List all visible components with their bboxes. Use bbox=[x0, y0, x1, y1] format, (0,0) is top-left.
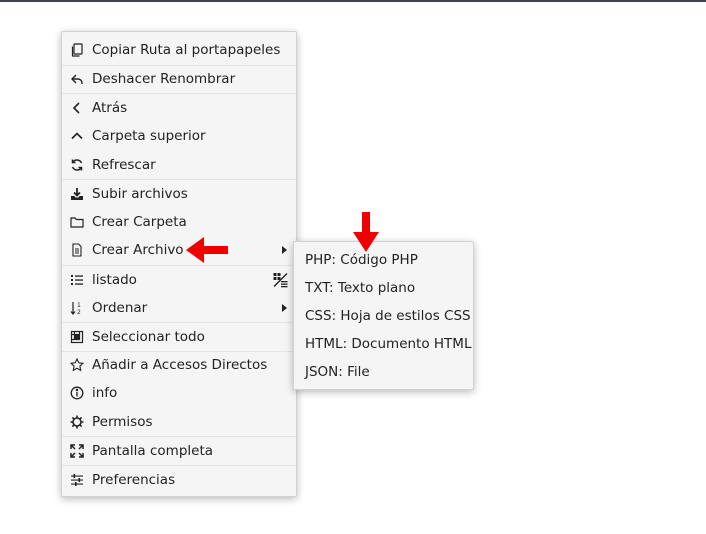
menu-item-label: Deshacer Renombrar bbox=[92, 71, 236, 88]
menu-item-list-view[interactable]: listado bbox=[62, 264, 296, 294]
menu-item-create-file[interactable]: Crear Archivo bbox=[62, 236, 296, 265]
menu-item-label: Ordenar bbox=[92, 299, 148, 316]
menu-item-preferences[interactable]: Preferencias bbox=[62, 464, 296, 494]
menu-item-back[interactable]: Atrás bbox=[62, 93, 296, 122]
refresh-icon bbox=[70, 158, 84, 172]
menu-item-label: Refrescar bbox=[92, 156, 156, 173]
menu-item-label: listado bbox=[92, 271, 137, 288]
submenu-item-label: TXT: Texto plano bbox=[305, 280, 416, 296]
select-all-icon bbox=[70, 330, 84, 344]
menu-item-label: Atrás bbox=[92, 99, 128, 116]
info-icon bbox=[70, 386, 84, 400]
chevron-up-icon bbox=[70, 129, 84, 143]
menu-item-create-folder[interactable]: Crear Carpeta bbox=[62, 208, 296, 237]
submenu-item-php[interactable]: PHP: Código PHP bbox=[294, 246, 473, 274]
menu-item-parent-folder[interactable]: Carpeta superior bbox=[62, 122, 296, 151]
context-menu: Copiar Ruta al portapapeles Deshacer Ren… bbox=[61, 31, 297, 497]
submenu-item-label: HTML: Documento HTML bbox=[305, 336, 472, 352]
file-icon bbox=[70, 243, 84, 258]
upload-icon bbox=[70, 187, 84, 201]
top-bar bbox=[0, 0, 706, 2]
submenu-item-txt[interactable]: TXT: Texto plano bbox=[294, 274, 473, 302]
undo-icon bbox=[70, 72, 84, 86]
chevron-left-icon bbox=[70, 101, 84, 115]
menu-item-label: Subir archivos bbox=[92, 185, 188, 202]
sort-icon: 12 bbox=[70, 301, 84, 315]
red-arrow-left-icon bbox=[186, 237, 228, 263]
list-icon bbox=[70, 273, 84, 287]
menu-item-refresh[interactable]: Refrescar bbox=[62, 150, 296, 179]
menu-item-undo-rename[interactable]: Deshacer Renombrar bbox=[62, 64, 296, 94]
red-arrow-down-icon bbox=[353, 212, 379, 252]
sliders-icon bbox=[70, 473, 84, 487]
menu-item-add-shortcut[interactable]: Añadir a Accesos Directos bbox=[62, 350, 296, 380]
menu-item-label: Copiar Ruta al portapapeles bbox=[92, 42, 281, 59]
gear-icon bbox=[70, 415, 84, 429]
submenu-item-label: PHP: Código PHP bbox=[305, 252, 418, 268]
create-file-submenu: PHP: Código PHP TXT: Texto plano CSS: Ho… bbox=[293, 241, 474, 390]
menu-item-label: Preferencias bbox=[92, 471, 176, 488]
star-icon bbox=[70, 358, 84, 372]
menu-item-sort[interactable]: 12 Ordenar bbox=[62, 293, 296, 322]
submenu-item-json[interactable]: JSON: File bbox=[294, 358, 473, 386]
menu-item-label: Añadir a Accesos Directos bbox=[92, 357, 268, 374]
menu-item-upload[interactable]: Subir archivos bbox=[62, 178, 296, 208]
fullscreen-icon bbox=[70, 444, 84, 458]
menu-item-label: Seleccionar todo bbox=[92, 328, 205, 345]
menu-item-label: info bbox=[92, 385, 118, 402]
copy-icon bbox=[70, 43, 84, 57]
svg-text:2: 2 bbox=[77, 309, 81, 315]
folder-icon bbox=[70, 215, 84, 229]
menu-item-label: Permisos bbox=[92, 414, 153, 431]
menu-item-label: Pantalla completa bbox=[92, 443, 214, 460]
submenu-item-label: CSS: Hoja de estilos CSS bbox=[305, 308, 471, 324]
submenu-item-html[interactable]: HTML: Documento HTML bbox=[294, 330, 473, 358]
view-toggle-icon[interactable] bbox=[273, 272, 288, 287]
menu-item-fullscreen[interactable]: Pantalla completa bbox=[62, 436, 296, 465]
menu-item-label: Crear Carpeta bbox=[92, 213, 187, 230]
menu-item-label: Crear Archivo bbox=[92, 242, 184, 259]
submenu-caret-icon bbox=[282, 246, 287, 255]
menu-item-label: Carpeta superior bbox=[92, 128, 206, 145]
menu-item-info[interactable]: info bbox=[62, 379, 296, 408]
menu-item-permissions[interactable]: Permisos bbox=[62, 408, 296, 437]
menu-item-copy-path[interactable]: Copiar Ruta al portapapeles bbox=[62, 36, 296, 65]
submenu-item-css[interactable]: CSS: Hoja de estilos CSS bbox=[294, 302, 473, 330]
submenu-caret-icon bbox=[282, 303, 287, 312]
menu-item-select-all[interactable]: Seleccionar todo bbox=[62, 321, 296, 351]
svg-text:1: 1 bbox=[77, 302, 81, 309]
submenu-item-label: JSON: File bbox=[305, 364, 370, 380]
